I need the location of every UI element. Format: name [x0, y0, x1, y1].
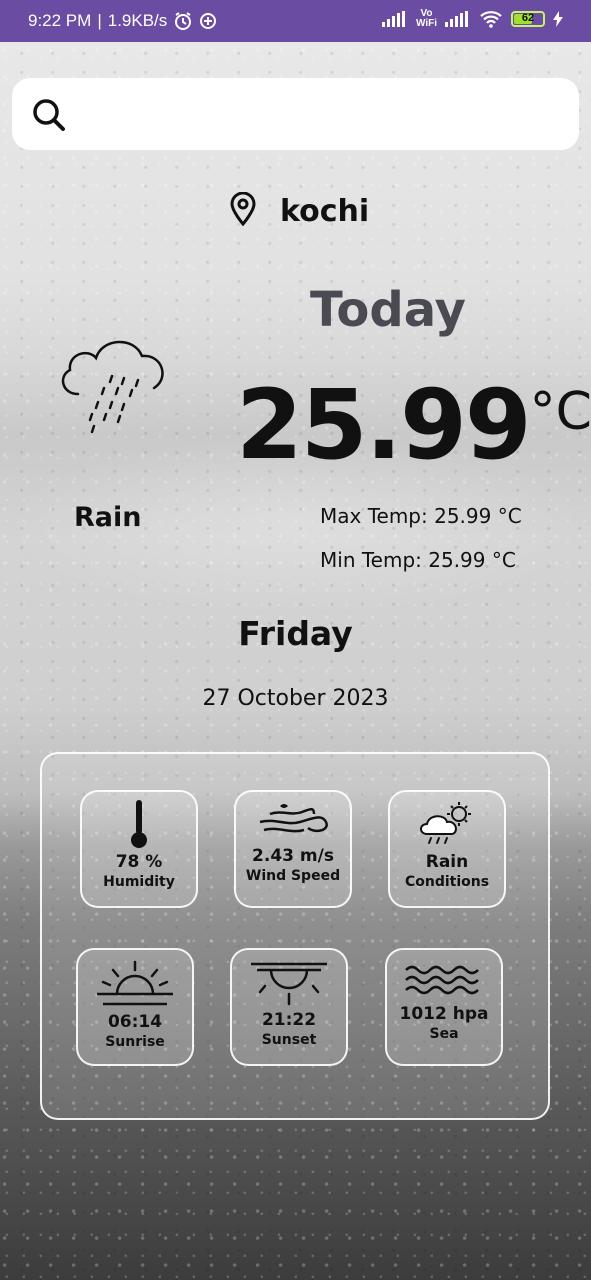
search-input[interactable] [84, 92, 568, 138]
weather-condition: Rain [74, 502, 142, 533]
sea-pressure-label: Sea [429, 1026, 459, 1042]
signal-icon [381, 11, 408, 27]
temperature-unit: °C [529, 382, 591, 442]
waves-icon [387, 962, 501, 1002]
wind-icon [236, 800, 350, 844]
search-bar[interactable] [12, 78, 579, 150]
humidity-label: Humidity [103, 874, 175, 890]
location: kochi [228, 191, 370, 230]
conditions-label: Conditions [404, 874, 490, 890]
status-bar: 9:22 PM | 1.9KB/s Vo WiFi 62 [0, 0, 591, 42]
wifi-icon [479, 10, 503, 28]
wind-speed-card: 2.43 m/s Wind Speed [234, 790, 352, 908]
vowifi-bottom-text: WiFi [415, 18, 437, 29]
charging-icon [553, 11, 563, 27]
sea-pressure-card: 1012 hpa Sea [385, 948, 503, 1066]
search-icon[interactable] [32, 98, 66, 136]
weekday: Friday [238, 614, 353, 653]
network-speed: 1.9KB/s [107, 11, 168, 30]
sunset-card: 21:22 Sunset [230, 948, 348, 1066]
thermometer-icon [82, 798, 196, 850]
conditions-value: Rain [425, 852, 469, 872]
date: 27 October 2023 [202, 686, 389, 711]
rain-cloud-icon [58, 332, 170, 440]
temperature-value: 25.99 [236, 369, 532, 481]
conditions-card: Rain Conditions [388, 790, 506, 908]
sunset-time: 21:22 [261, 1010, 317, 1030]
max-temp: Max Temp: 25.99 °C [320, 504, 522, 528]
notification-icon [199, 12, 217, 30]
sea-pressure-value: 1012 hpa [399, 1004, 489, 1024]
signal-icon-2 [445, 11, 471, 27]
wind-speed-value: 2.43 m/s [252, 846, 334, 866]
humidity-value: 78 % [115, 852, 163, 872]
rain-sun-cloud-icon [390, 800, 504, 850]
vowifi-indicator: Vo WiFi [416, 9, 437, 29]
details-panel: 78 % Humidity 2.43 m/s Wind Speed Rain C… [40, 752, 550, 1120]
humidity-card: 78 % Humidity [80, 790, 198, 908]
sunrise-icon [78, 960, 192, 1010]
min-temp: Min Temp: 25.99 °C [320, 548, 516, 572]
status-time: 9:22 PM [28, 11, 92, 30]
alarm-icon [173, 11, 193, 31]
today-heading: Today [310, 282, 466, 338]
battery-icon: 62 [511, 11, 545, 27]
sunrise-time: 06:14 [107, 1012, 163, 1032]
sunset-label: Sunset [261, 1032, 317, 1048]
location-pin-icon [228, 191, 258, 230]
sunrise-label: Sunrise [105, 1034, 165, 1050]
sunset-icon [232, 958, 346, 1008]
city-name: kochi [280, 193, 370, 229]
current-temperature: 25.99 °C [236, 370, 591, 480]
sunrise-card: 06:14 Sunrise [76, 948, 194, 1066]
battery-level: 62 [521, 12, 535, 24]
wind-speed-label: Wind Speed [245, 868, 341, 884]
status-separator: | [97, 11, 102, 30]
